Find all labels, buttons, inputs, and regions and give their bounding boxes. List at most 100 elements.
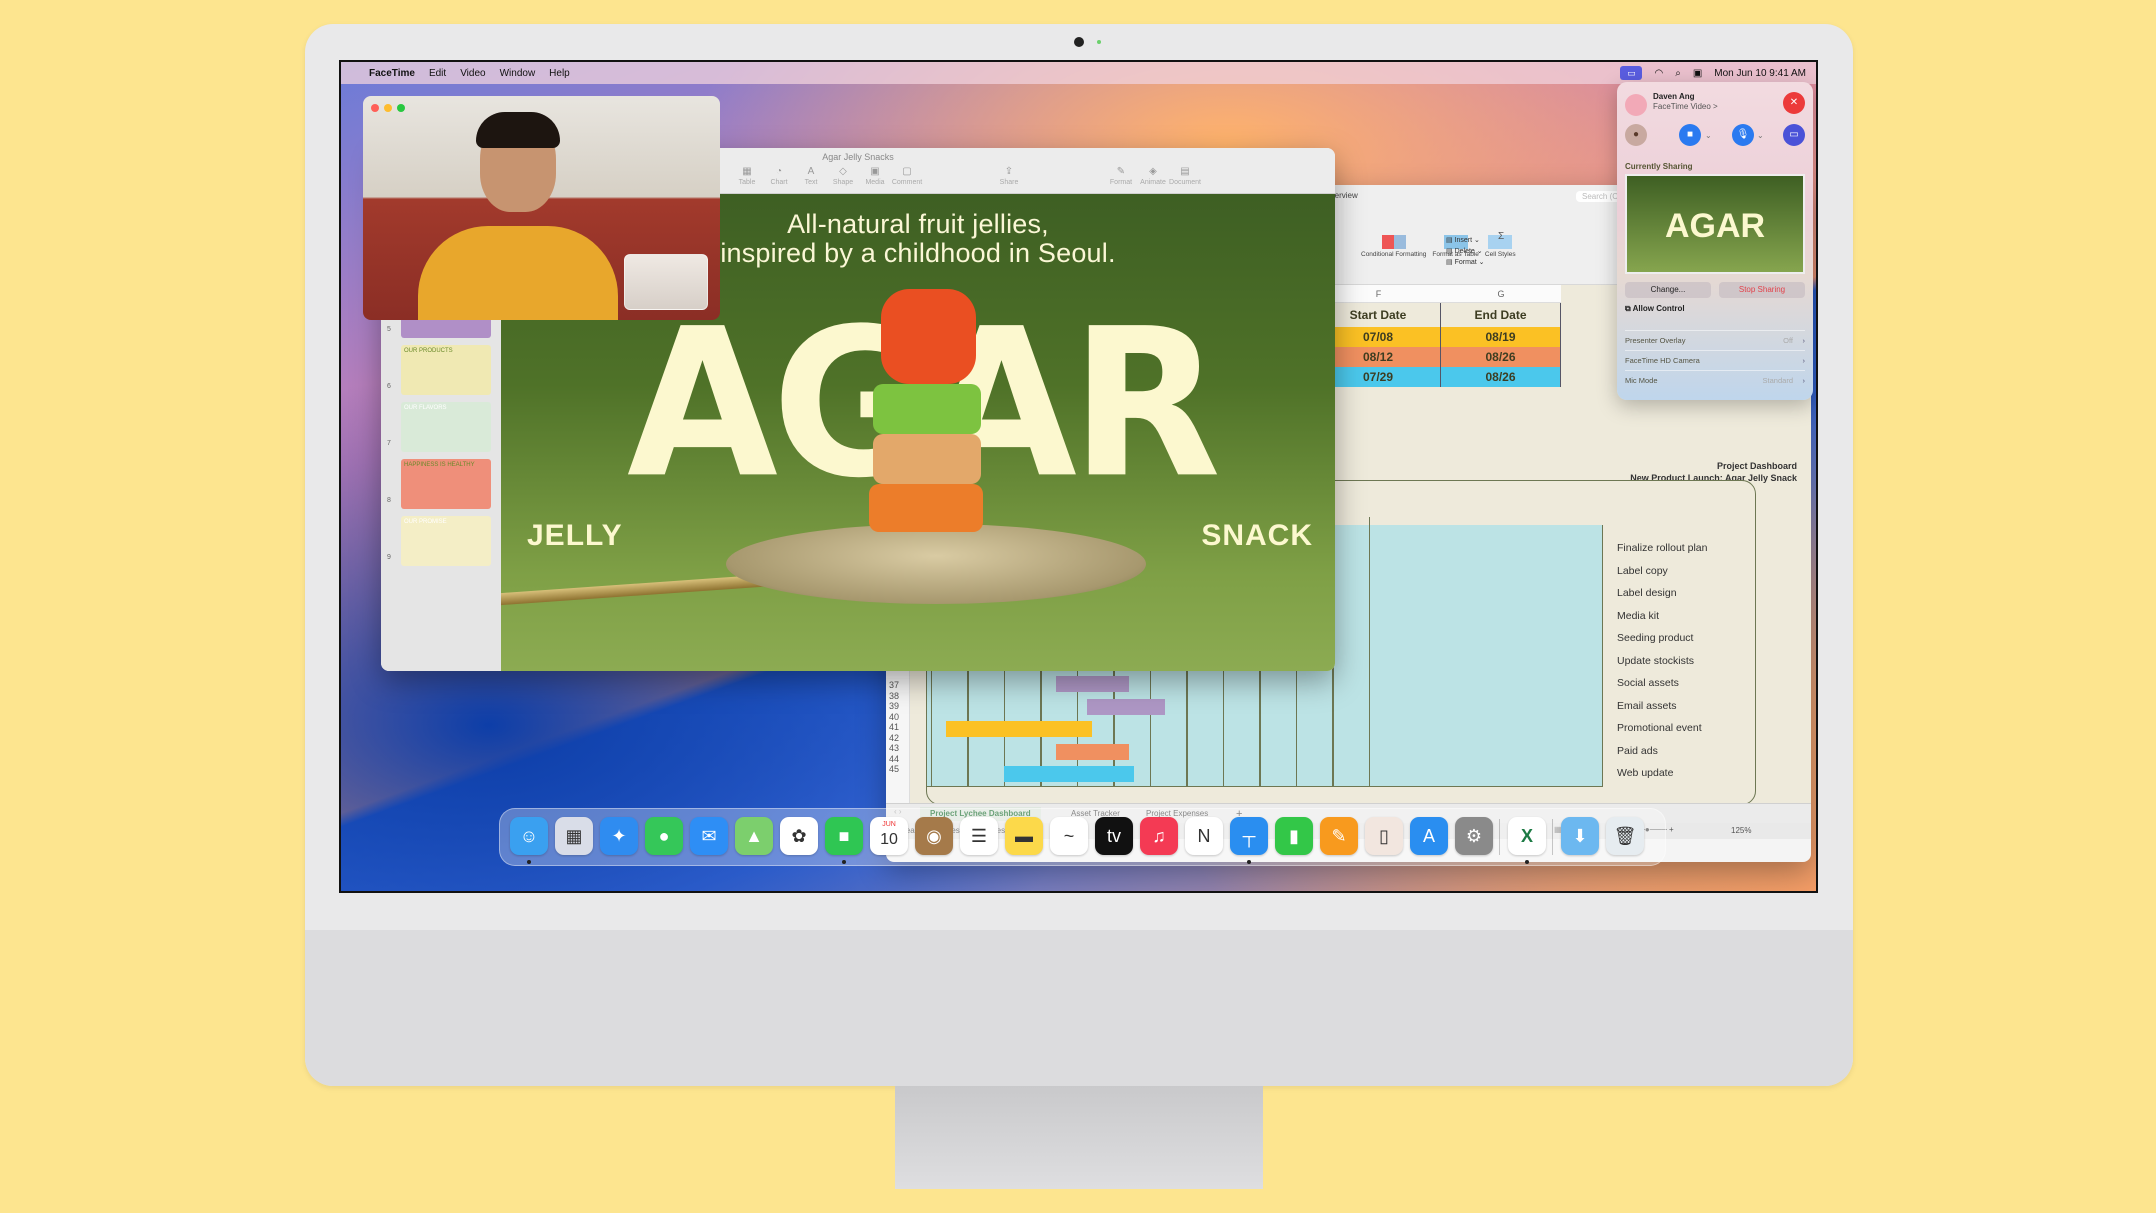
gantt-bar[interactable] [1003,766,1134,782]
row-number[interactable]: 40 [889,712,899,723]
end-call-button[interactable]: ✕ [1783,92,1805,114]
option-presenter-overlay[interactable]: Presenter Overlay Off › [1625,330,1805,350]
close-window-button[interactable] [371,104,379,112]
toolbar-text-button[interactable]: A Text [795,166,827,186]
menu-window[interactable]: Window [500,68,536,79]
self-view-video[interactable] [624,254,708,310]
toolbar-chart-button[interactable]: ◔ Chart [763,166,795,186]
table-cell-end-date[interactable]: 08/26 [1441,347,1561,367]
dock-excel-icon[interactable]: X [1508,817,1546,855]
dock-numbers-icon[interactable]: ▮ [1275,817,1313,855]
toolbar-media-button[interactable]: ▣ Media [859,166,891,186]
row-number[interactable]: 37 [889,680,899,691]
toolbar-format-button[interactable]: ✎ Format [1105,166,1137,186]
option-camera[interactable]: FaceTime HD Camera › [1625,350,1805,370]
toolbar-comment-button[interactable]: ▢ Comment [891,166,923,186]
dock-music-icon[interactable]: ♫ [1140,817,1178,855]
video-toggle-button[interactable]: ■ [1679,124,1701,146]
menu-edit[interactable]: Edit [429,68,446,79]
dock-maps-icon[interactable]: ▲ [735,817,773,855]
menu-app-name[interactable]: FaceTime [369,68,415,79]
slide-thumbnail[interactable]: OUR FLAVORS [401,402,491,452]
insert-button[interactable]: ▤ Insert ⌄ [1446,235,1485,246]
minimize-window-button[interactable] [384,104,392,112]
slide-thumbnail[interactable]: OUR PROMISE [401,516,491,566]
table-cell-end-date[interactable]: 08/19 [1441,327,1561,347]
facetime-video-window[interactable] [363,96,720,320]
delete-button[interactable]: ▤ Delete ⌄ [1446,246,1485,257]
gantt-bar[interactable] [1055,743,1129,760]
row-number[interactable]: 43 [889,743,899,754]
microphone-toggle-button[interactable]: 🎙 [1732,124,1754,146]
sharing-preview-thumbnail[interactable]: AGAR [1625,174,1805,274]
dock-iphone-mirroring-icon[interactable]: ▯ [1365,817,1403,855]
change-share-button[interactable]: Change... [1625,282,1711,298]
messages-button[interactable]: ● [1625,124,1647,146]
dock-launchpad-icon[interactable]: ▦ [555,817,593,855]
toolbar-table-button[interactable]: ▦ Table [731,166,763,186]
header-end-date[interactable]: End Date [1441,303,1561,327]
datetime[interactable]: Mon Jun 10 9:41 AM [1714,68,1806,79]
row-number[interactable]: 41 [889,722,899,733]
row-number[interactable]: 45 [889,764,899,775]
gantt-bar[interactable] [1055,676,1129,692]
dock-keynote-icon[interactable]: ┬ [1230,817,1268,855]
dock-downloads-icon[interactable]: ⬇ [1561,817,1599,855]
autosum-icon[interactable]: Σ [1498,231,1504,242]
screen-share-button[interactable]: ▭ [1783,124,1805,146]
screen: FaceTime Edit Video Window Help ▭ ◠ ⌕ ▣ … [339,60,1818,893]
toolbar-shape-button[interactable]: ◇ Shape [827,166,859,186]
slide-thumbnail[interactable]: HAPPINESS IS HEALTHY [401,459,491,509]
option-mic-mode[interactable]: Mic Mode Standard › [1625,370,1805,390]
running-indicator [842,860,846,864]
mic-options-chevron[interactable]: ⌄ [1757,131,1764,140]
jelly-green [873,384,981,434]
toolbar-document-button[interactable]: ▤ Document [1169,166,1201,186]
dock-apple-tv-icon[interactable]: tv [1095,817,1133,855]
row-number[interactable]: 39 [889,701,899,712]
search-icon[interactable]: ⌕ [1675,68,1681,79]
toolbar-label: Format [1109,179,1133,186]
format-button[interactable]: ▤ Format ⌄ [1446,257,1485,268]
table-cell-end-date[interactable]: 08/26 [1441,367,1561,387]
row-number[interactable]: 42 [889,733,899,744]
dock-calendar-icon[interactable]: 10 JUN [870,817,908,855]
screen-sharing-icon[interactable]: ▭ [1620,66,1643,80]
conditional-formatting-button[interactable]: Conditional Formatting [1361,235,1426,258]
dock-notes-icon[interactable]: ▬ [1005,817,1043,855]
dock-finder-icon[interactable]: ☺ [510,817,548,855]
dock-facetime-icon[interactable]: ■ [825,817,863,855]
dock-freeform-icon[interactable]: ~ [1050,817,1088,855]
gantt-bar[interactable] [1086,698,1166,715]
dock-photos-icon[interactable]: ✿ [780,817,818,855]
dock-trash-icon[interactable]: 🗑 [1606,817,1644,855]
control-center-icon[interactable]: ▣ [1693,68,1702,79]
toolbar-share-button[interactable]: ⇪ Share [993,166,1025,186]
gantt-task-label: Paid ads [1617,744,1658,757]
column-header-g[interactable]: G [1441,285,1561,303]
slide-thumbnail[interactable]: OUR PRODUCTS [401,345,491,395]
row-number[interactable]: 44 [889,754,899,765]
dock-news-icon[interactable]: N [1185,817,1223,855]
menu-video[interactable]: Video [460,68,485,79]
dock-mail-icon[interactable]: ✉ [690,817,728,855]
video-options-chevron[interactable]: ⌄ [1705,131,1712,140]
allow-control-button[interactable]: ⧉ Allow Control [1625,304,1685,314]
dock-safari-icon[interactable]: ✦ [600,817,638,855]
call-type-link[interactable]: FaceTime Video > [1653,102,1718,111]
dock-contacts-icon[interactable]: ◉ [915,817,953,855]
zoom-window-button[interactable] [397,104,405,112]
dock-pages-icon[interactable]: ✎ [1320,817,1358,855]
dock-app-store-icon[interactable]: A [1410,817,1448,855]
row-number[interactable]: 38 [889,691,899,702]
stop-sharing-button[interactable]: Stop Sharing [1719,282,1805,298]
cell-styles-label: Cell Styles [1484,251,1516,258]
dock-separator [1499,819,1500,855]
wifi-icon[interactable]: ◠ [1654,68,1663,79]
dock-reminders-icon[interactable]: ☰ [960,817,998,855]
toolbar-animate-button[interactable]: ◈ Animate [1137,166,1169,186]
dock-messages-icon[interactable]: ● [645,817,683,855]
menu-help[interactable]: Help [549,68,570,79]
gantt-bar[interactable] [946,721,1093,737]
dock-system-settings-icon[interactable]: ⚙ [1455,817,1493,855]
